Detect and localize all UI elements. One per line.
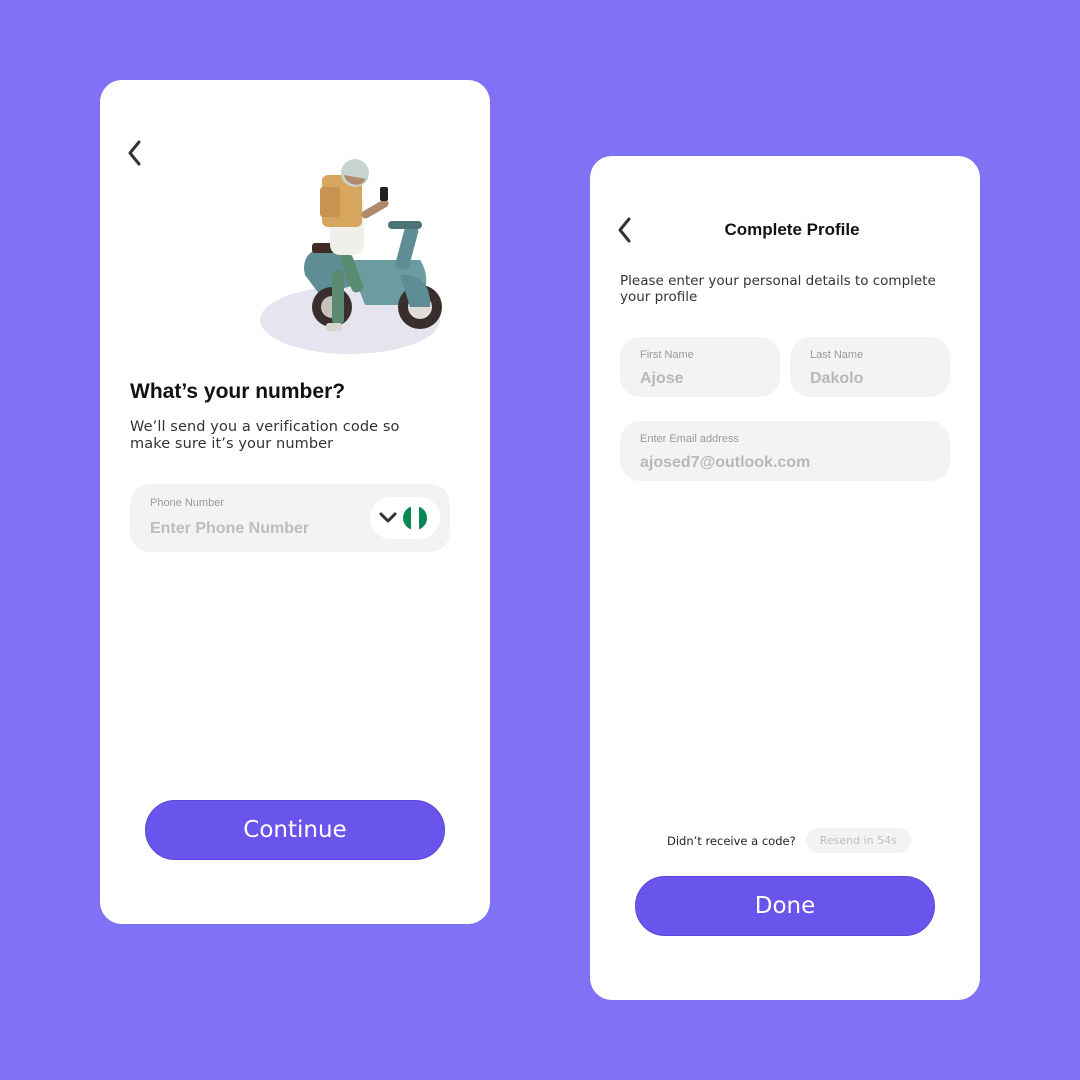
last-name-label: Last Name bbox=[810, 349, 864, 361]
page-subtitle: Please enter your personal details to co… bbox=[620, 273, 936, 305]
chevron-left-icon bbox=[128, 140, 141, 166]
done-button[interactable]: Done bbox=[635, 876, 935, 936]
first-name-label: First Name bbox=[640, 349, 694, 361]
phone-number-label: Phone Number bbox=[150, 497, 224, 509]
chevron-down-icon bbox=[379, 512, 397, 523]
resend-question: Didn’t receive a code? bbox=[667, 833, 796, 848]
first-name-field[interactable]: First Name Ajose bbox=[620, 337, 780, 397]
page-subtitle: We’ll send you a verification code so ma… bbox=[130, 419, 400, 452]
continue-button[interactable]: Continue bbox=[145, 800, 445, 860]
complete-profile-screen: Complete Profile Please enter your perso… bbox=[590, 156, 980, 1000]
phone-number-field[interactable]: Phone Number bbox=[130, 484, 450, 552]
first-name-value[interactable]: Ajose bbox=[640, 370, 760, 388]
email-value[interactable]: ajosed7@outlook.com bbox=[640, 454, 930, 472]
resend-code-button[interactable]: Resend in 54s bbox=[805, 828, 911, 853]
country-code-picker[interactable] bbox=[370, 497, 440, 539]
nigeria-flag-icon bbox=[403, 506, 427, 530]
page-title: Complete Profile bbox=[724, 220, 860, 239]
email-label: Enter Email address bbox=[640, 433, 740, 445]
back-button[interactable] bbox=[120, 138, 150, 168]
resend-row: Didn’t receive a code? Resend in 54s bbox=[667, 828, 911, 853]
last-name-field[interactable]: Last Name Dakolo bbox=[790, 337, 950, 397]
email-field[interactable]: Enter Email address ajosed7@outlook.com bbox=[620, 421, 950, 481]
phone-number-input[interactable] bbox=[150, 520, 360, 538]
page-title: What’s your number? bbox=[130, 380, 346, 403]
delivery-rider-illustration bbox=[260, 159, 442, 354]
last-name-value[interactable]: Dakolo bbox=[810, 370, 930, 388]
phone-number-screen: What’s your number? We’ll send you a ver… bbox=[100, 80, 490, 924]
